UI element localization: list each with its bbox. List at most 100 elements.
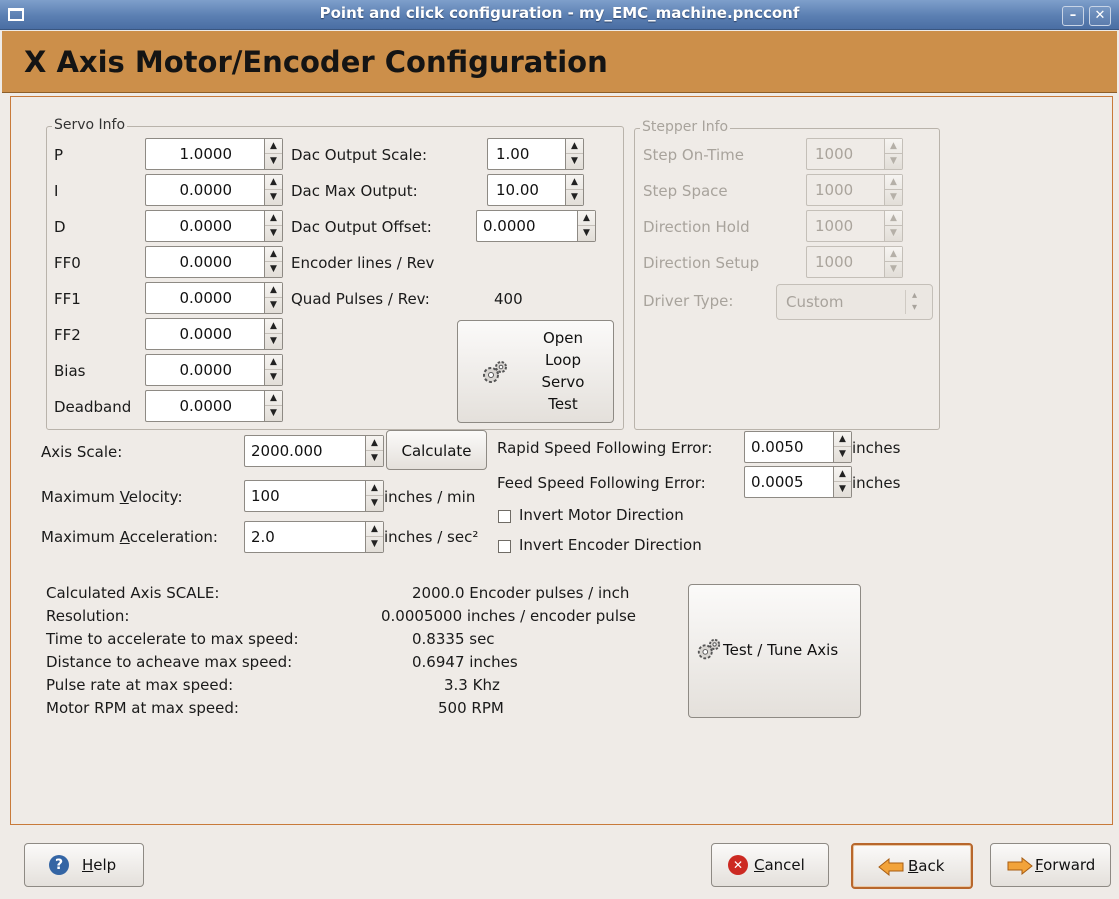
- invert-encoder-checkbox[interactable]: [498, 540, 511, 553]
- spin-up-icon[interactable]: ▲: [265, 247, 282, 262]
- spin-down-icon[interactable]: ▼: [265, 334, 282, 349]
- spin-up-icon[interactable]: ▲: [578, 211, 595, 226]
- feed-ferror-value: 0.0005: [751, 473, 804, 491]
- page-header: X Axis Motor/Encoder Configuration: [2, 31, 1117, 93]
- spin-up-icon[interactable]: ▲: [265, 391, 282, 406]
- spin-down-icon[interactable]: ▼: [834, 482, 851, 497]
- back-label: Back: [908, 857, 945, 875]
- spin-down-icon[interactable]: ▼: [265, 262, 282, 277]
- spin-up-icon[interactable]: ▲: [265, 175, 282, 190]
- spin-up-icon[interactable]: ▲: [265, 283, 282, 298]
- spin-up-icon[interactable]: ▲: [265, 211, 282, 226]
- bias-spinner[interactable]: 0.0000 ▲ ▼: [145, 354, 283, 386]
- gears-icon: [483, 361, 507, 383]
- max-velocity-label: Maximum Velocity:: [41, 488, 183, 506]
- close-icon[interactable]: ✕: [1089, 6, 1111, 26]
- axis-scale-label: Axis Scale:: [41, 443, 123, 461]
- ff1-spinner[interactable]: 0.0000 ▲ ▼: [145, 282, 283, 314]
- spin-down-icon[interactable]: ▼: [566, 154, 583, 169]
- spin-down-icon[interactable]: ▼: [265, 406, 282, 421]
- p-spinner[interactable]: 1.0000 ▲ ▼: [145, 138, 283, 170]
- spin-up-icon[interactable]: ▲: [566, 139, 583, 154]
- max-velocity-spinner[interactable]: 100 ▲ ▼: [244, 480, 384, 512]
- spin-down-icon[interactable]: ▼: [566, 190, 583, 205]
- axis-scale-spinner[interactable]: 2000.000 ▲ ▼: [244, 435, 384, 467]
- open-loop-line-4: Test: [548, 395, 578, 413]
- spin-up-icon[interactable]: ▲: [265, 319, 282, 334]
- encoder-lines-label: Encoder lines / Rev: [291, 254, 435, 272]
- ff2-spinner[interactable]: 0.0000 ▲ ▼: [145, 318, 283, 350]
- page-title: X Axis Motor/Encoder Configuration: [24, 45, 608, 79]
- spin-down-icon[interactable]: ▼: [265, 298, 282, 313]
- param-label-ff2: FF2: [54, 326, 81, 344]
- ff0-spinner[interactable]: 0.0000 ▲ ▼: [145, 246, 283, 278]
- spin-down-icon[interactable]: ▼: [578, 226, 595, 241]
- ff0-value: 0.0000: [179, 253, 233, 271]
- spin-down-icon[interactable]: ▼: [265, 226, 282, 241]
- servo-info-legend: Servo Info: [52, 117, 128, 133]
- dac-max-spinner[interactable]: 10.00 ▲ ▼: [487, 174, 584, 206]
- direction-setup-spinner: 1000 ▲ ▼: [806, 246, 903, 278]
- spin-down-icon[interactable]: ▼: [265, 154, 282, 169]
- forward-button[interactable]: Forward: [990, 843, 1111, 887]
- spin-down-icon[interactable]: ▼: [366, 496, 383, 511]
- spin-up-icon[interactable]: ▲: [366, 522, 383, 537]
- cancel-label: Cancel: [754, 856, 805, 874]
- direction-hold-spinner: 1000 ▲ ▼: [806, 210, 903, 242]
- spin-down-icon[interactable]: ▼: [366, 537, 383, 552]
- dac-scale-spinner[interactable]: 1.00 ▲ ▼: [487, 138, 584, 170]
- minimize-icon[interactable]: –: [1062, 6, 1084, 26]
- spin-down-icon[interactable]: ▼: [265, 190, 282, 205]
- invert-motor-checkbox[interactable]: [498, 510, 511, 523]
- calc-value-accel-distance: 0.6947 inches: [412, 653, 518, 671]
- spin-up-icon[interactable]: ▲: [834, 432, 851, 447]
- i-spinner[interactable]: 0.0000 ▲ ▼: [145, 174, 283, 206]
- step-space-value: 1000: [815, 181, 854, 199]
- rapid-ferror-value: 0.0050: [751, 438, 804, 456]
- feed-ferror-spinner[interactable]: 0.0005 ▲ ▼: [744, 466, 852, 498]
- spin-up-icon[interactable]: ▲: [366, 481, 383, 496]
- spin-down-icon[interactable]: ▼: [834, 447, 851, 462]
- spin-up-icon[interactable]: ▲: [265, 355, 282, 370]
- p-value: 1.0000: [179, 145, 233, 163]
- spin-down-icon[interactable]: ▼: [265, 370, 282, 385]
- param-label-bias: Bias: [54, 362, 86, 380]
- calc-label-pulse-rate: Pulse rate at max speed:: [46, 676, 234, 694]
- spin-up-icon[interactable]: ▲: [265, 139, 282, 154]
- deadband-spinner[interactable]: 0.0000 ▲ ▼: [145, 390, 283, 422]
- spin-up-icon[interactable]: ▲: [566, 175, 583, 190]
- back-arrow-icon: [878, 858, 904, 876]
- cancel-button[interactable]: ✕ Cancel: [711, 843, 829, 887]
- max-acceleration-spinner[interactable]: 2.0 ▲ ▼: [244, 521, 384, 553]
- param-label-ff0: FF0: [54, 254, 81, 272]
- calc-label-accel-time: Time to accelerate to max speed:: [46, 630, 299, 648]
- dac-offset-value: 0.0000: [483, 217, 536, 235]
- test-tune-axis-label: Test / Tune Axis: [723, 641, 839, 659]
- calculate-label: Calculate: [401, 442, 472, 460]
- invert-encoder-label[interactable]: Invert Encoder Direction: [519, 536, 702, 554]
- spin-up-icon[interactable]: ▲: [366, 436, 383, 451]
- title-bar[interactable]: Point and click configuration - my_EMC_m…: [0, 0, 1119, 30]
- test-tune-axis-button[interactable]: Test / Tune Axis: [688, 584, 861, 718]
- spin-down-icon[interactable]: ▼: [366, 451, 383, 466]
- select-arrows-icon: ▴ ▾: [905, 290, 917, 314]
- d-value: 0.0000: [179, 217, 233, 235]
- max-acceleration-unit: inches / sec²: [384, 528, 479, 546]
- spin-up-icon[interactable]: ▲: [834, 467, 851, 482]
- rapid-ferror-spinner[interactable]: 0.0050 ▲ ▼: [744, 431, 852, 463]
- gears-icon: [697, 638, 721, 660]
- open-loop-line-1: Open: [542, 329, 584, 347]
- invert-motor-label[interactable]: Invert Motor Direction: [519, 506, 684, 524]
- calculate-button[interactable]: Calculate: [386, 430, 487, 470]
- calc-value-pulse-rate: 3.3 Khz: [444, 676, 500, 694]
- d-spinner[interactable]: 0.0000 ▲ ▼: [145, 210, 283, 242]
- back-button[interactable]: Back: [851, 843, 973, 889]
- dac-offset-spinner[interactable]: 0.0000 ▲ ▼: [476, 210, 596, 242]
- forward-label: Forward: [1035, 856, 1096, 874]
- help-button[interactable]: ? Help: [24, 843, 144, 887]
- quad-pulses-value: 400: [494, 290, 523, 308]
- open-loop-servo-test-button[interactable]: Open Loop Servo Test: [457, 320, 614, 423]
- help-icon: ?: [49, 855, 69, 875]
- calc-label-accel-distance: Distance to acheave max speed:: [46, 653, 293, 671]
- step-space-label: Step Space: [643, 182, 728, 200]
